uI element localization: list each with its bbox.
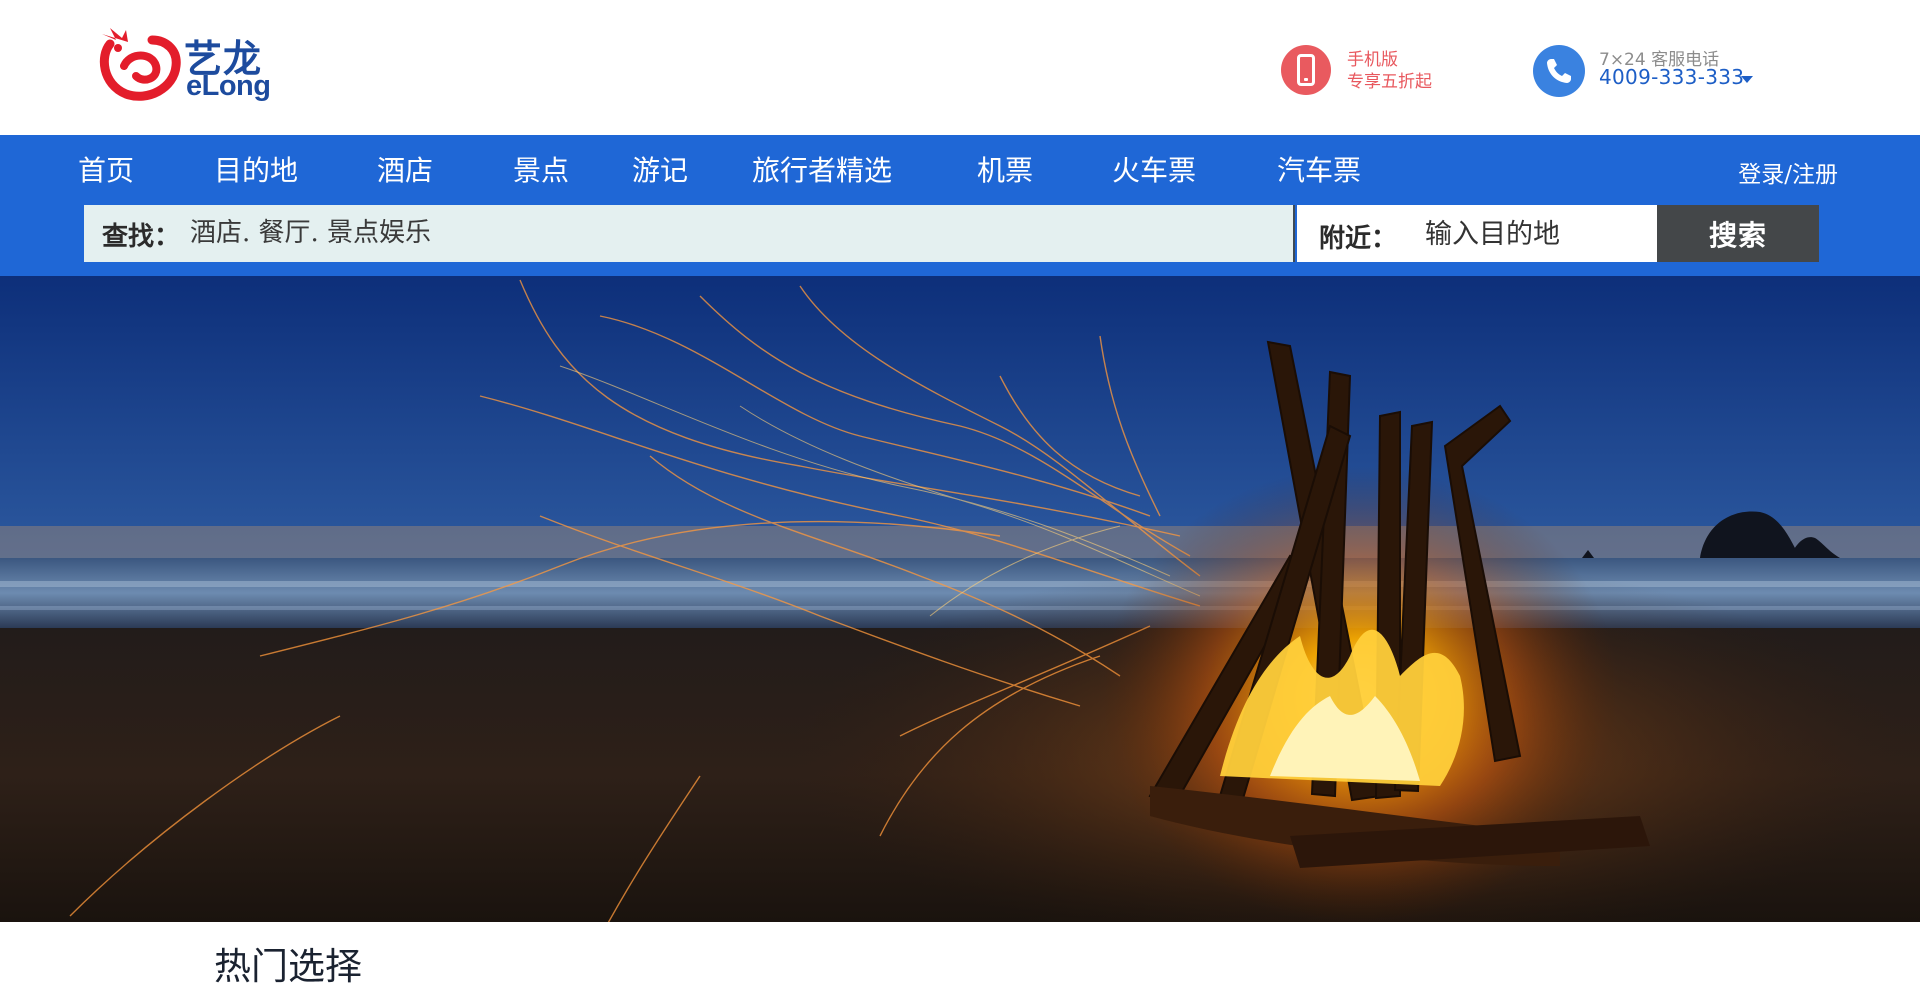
nav-item-bus[interactable]: 汽车票 — [1277, 149, 1361, 189]
mobile-promo-subtitle: 专享五折起 — [1347, 72, 1432, 92]
login-register-link[interactable]: 登录/注册 — [1738, 155, 1838, 189]
search-near-label: 附近： — [1319, 224, 1398, 254]
main-nav: 首页 目的地 酒店 景点 游记 旅行者精选 机票 火车票 汽车票 登录/注册 查… — [0, 135, 1920, 276]
search-near-box: 附近： — [1297, 205, 1657, 262]
logo-name-en: eLong — [186, 70, 271, 102]
elong-logo[interactable]: 艺龙 eLong — [96, 26, 276, 102]
destination-input[interactable] — [1425, 212, 1650, 256]
nav-item-hotel[interactable]: 酒店 — [377, 149, 433, 189]
nav-item-home[interactable]: 首页 — [78, 149, 134, 189]
nav-item-flights[interactable]: 机票 — [977, 149, 1033, 189]
beach-campfire-image — [0, 276, 1920, 922]
hot-picks-title: 热门选择 — [214, 945, 362, 988]
chevron-down-icon[interactable] — [1741, 76, 1753, 83]
nav-item-travelogue[interactable]: 游记 — [632, 149, 688, 189]
search-find-label: 查找： — [102, 222, 181, 252]
search-find-box: 查找： — [84, 205, 1295, 262]
nav-item-attraction[interactable]: 景点 — [513, 149, 569, 189]
nav-item-destination[interactable]: 目的地 — [214, 149, 298, 189]
nav-item-traveler-picks[interactable]: 旅行者精选 — [752, 149, 892, 189]
search-input[interactable] — [190, 211, 1280, 255]
top-header: 艺龙 eLong 手机版 专享五折起 7×24 客服电话 4009-333-33… — [0, 0, 1920, 135]
phone-receiver-icon — [1533, 45, 1585, 97]
search-bar: 查找： 附近： 搜索 — [84, 205, 1819, 262]
hero-banner — [0, 276, 1920, 922]
mobile-phone-icon — [1281, 45, 1331, 95]
dragon-logo-icon — [99, 28, 181, 101]
nav-item-train[interactable]: 火车票 — [1112, 149, 1196, 189]
search-button[interactable]: 搜索 — [1657, 205, 1819, 262]
service-phone-number: 4009-333-333 — [1599, 65, 1745, 89]
